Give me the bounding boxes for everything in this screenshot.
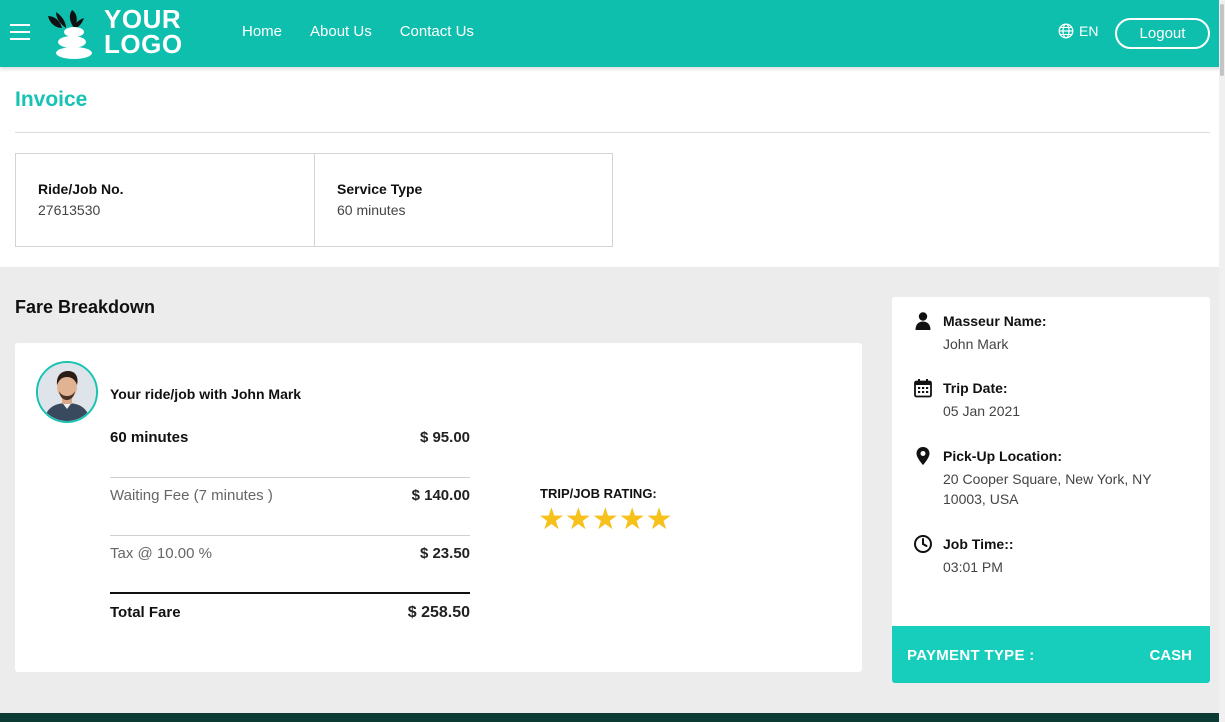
ride-job-value: 27613530 (38, 202, 101, 218)
trip-details-card: Masseur Name: John Mark Trip Date: 05 Ja… (892, 297, 1210, 683)
user-icon (915, 312, 931, 330)
calendar-icon (914, 379, 932, 398)
total-divider (110, 592, 470, 594)
service-type-label: Service Type (337, 181, 423, 197)
pickup-location-value: 20 Cooper Square, New York, NY 10003, US… (943, 471, 1152, 507)
logo-text: YOUR LOGO (104, 6, 183, 59)
service-type-cell: Service Type 60 minutes (314, 154, 612, 246)
footer-bar (0, 713, 1225, 722)
nav-about-link[interactable]: About Us (310, 23, 372, 40)
fare-breakdown-heading: Fare Breakdown (15, 297, 156, 317)
service-type-value: 60 minutes (337, 202, 406, 218)
fare-row-tax: Tax @ 10.00 % $ 23.50 (110, 545, 470, 562)
payment-type-bar: PAYMENT TYPE : CASH (892, 626, 1210, 683)
trip-date-label: Trip Date: (943, 380, 1008, 396)
nav-home-link[interactable]: Home (242, 23, 282, 40)
language-label: EN (1079, 23, 1099, 39)
title-divider (15, 132, 1210, 133)
fare-row-amount: $ 95.00 (419, 429, 470, 446)
total-fare-label: Total Fare (110, 604, 181, 621)
ride-with-text: Your ride/job with John Mark (110, 386, 302, 402)
avatar-portrait-icon (38, 363, 96, 421)
star-icon: ★ (645, 502, 673, 537)
star-icon: ★ (591, 502, 619, 537)
fare-row-service: 60 minutes $ 95.00 (110, 429, 470, 446)
fare-row-amount: $ 140.00 (411, 487, 470, 504)
rating-stars: ★ ★ ★ ★ ★ (538, 505, 673, 535)
nav-contact-link[interactable]: Contact Us (400, 23, 474, 40)
fare-row-waiting-fee: Waiting Fee (7 minutes ) $ 140.00 (110, 487, 470, 504)
masseur-name-label: Masseur Name: (943, 313, 1047, 329)
top-navigation-bar: YOUR LOGO Home About Us Contact Us EN Lo… (0, 0, 1225, 67)
star-icon: ★ (564, 502, 592, 537)
page-scrollbar[interactable] (1219, 0, 1225, 722)
rating-label: TRIP/JOB RATING: (540, 486, 657, 501)
globe-icon (1058, 23, 1074, 39)
fare-card: Your ride/job with John Mark 60 minutes … (15, 343, 862, 672)
page-title: Invoice (15, 88, 88, 111)
total-fare-amount: $ 258.50 (407, 604, 470, 621)
pickup-location-label: Pick-Up Location: (943, 448, 1063, 464)
fare-divider (110, 477, 470, 478)
ride-job-label: Ride/Job No. (38, 181, 124, 197)
logo-line-2: LOGO (104, 29, 183, 59)
payment-type-value: CASH (1149, 647, 1192, 664)
fare-row-label: Tax @ 10.00 % (110, 545, 212, 562)
logo[interactable]: YOUR LOGO (44, 6, 184, 60)
fare-row-label: 60 minutes (110, 429, 189, 446)
main-nav: Home About Us Contact Us (242, 23, 502, 40)
trip-date-value: 05 Jan 2021 (943, 403, 1021, 419)
hamburger-icon[interactable] (10, 24, 30, 42)
logout-button[interactable]: Logout (1115, 18, 1210, 49)
invoice-info-box: Ride/Job No. 27613530 Service Type 60 mi… (15, 153, 613, 247)
masseur-name-value: John Mark (943, 336, 1009, 352)
stones-leaf-icon (48, 10, 92, 59)
clock-icon (914, 535, 932, 553)
ride-job-cell: Ride/Job No. 27613530 (16, 154, 314, 246)
star-icon: ★ (618, 502, 646, 537)
map-pin-icon (916, 447, 930, 465)
fare-divider (110, 535, 470, 536)
avatar (36, 361, 98, 423)
star-icon: ★ (538, 502, 565, 537)
fare-row-label: Waiting Fee (7 minutes ) (110, 487, 273, 504)
scrollbar-thumb[interactable] (1220, 4, 1224, 76)
fare-row-total: Total Fare $ 258.50 (110, 604, 470, 622)
fare-row-amount: $ 23.50 (419, 545, 470, 562)
job-time-value: 03:01 PM (943, 559, 1003, 575)
job-time-label: Job Time:: (943, 536, 1014, 552)
payment-type-label: PAYMENT TYPE : (907, 647, 1035, 664)
language-selector[interactable]: EN (1058, 23, 1098, 39)
